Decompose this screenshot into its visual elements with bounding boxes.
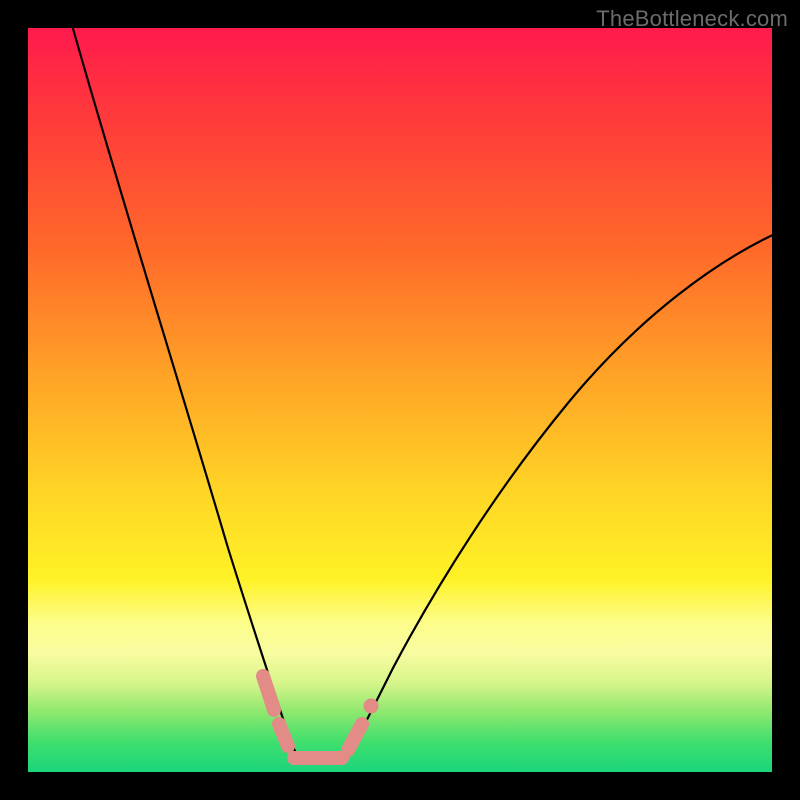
- marker-dot: [364, 699, 379, 714]
- chart-plot-area: [28, 28, 772, 772]
- left-curve: [70, 18, 301, 762]
- right-curve: [343, 228, 788, 762]
- marker-group: [263, 676, 379, 758]
- marker-segment: [348, 724, 362, 750]
- watermark-text: TheBottleneck.com: [596, 6, 788, 32]
- marker-segment: [279, 724, 288, 746]
- chart-svg: [28, 28, 772, 772]
- marker-segment: [263, 676, 274, 710]
